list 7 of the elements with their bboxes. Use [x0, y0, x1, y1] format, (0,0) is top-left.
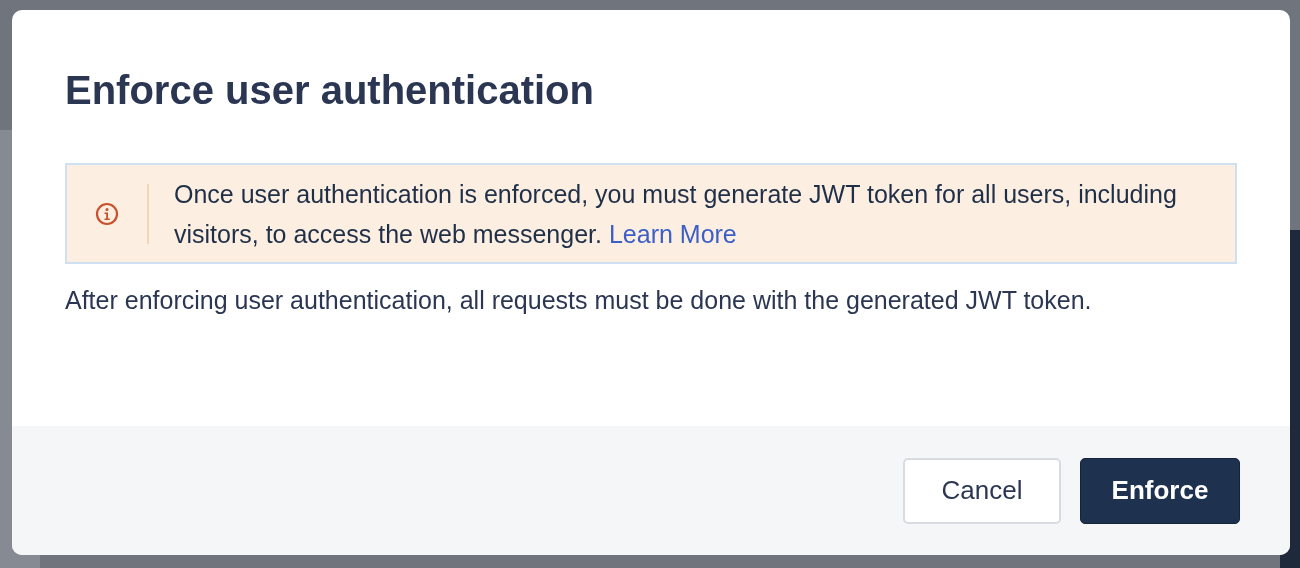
enforce-button[interactable]: Enforce: [1080, 457, 1240, 524]
learn-more-link[interactable]: Learn More: [608, 219, 737, 248]
cancel-button[interactable]: Cancel: [903, 457, 1061, 524]
dialog-title: Enforce user authentication: [65, 68, 595, 112]
warning-message: Once user authentication is enforced, you must generate JWT token for all users, including visitors, to access the web messenger. Learn More: [174, 178, 1178, 250]
info-icon: [95, 201, 119, 226]
body-text: After enforcing user authentication, all requests must be done with the generated JWT token.: [65, 285, 1093, 316]
